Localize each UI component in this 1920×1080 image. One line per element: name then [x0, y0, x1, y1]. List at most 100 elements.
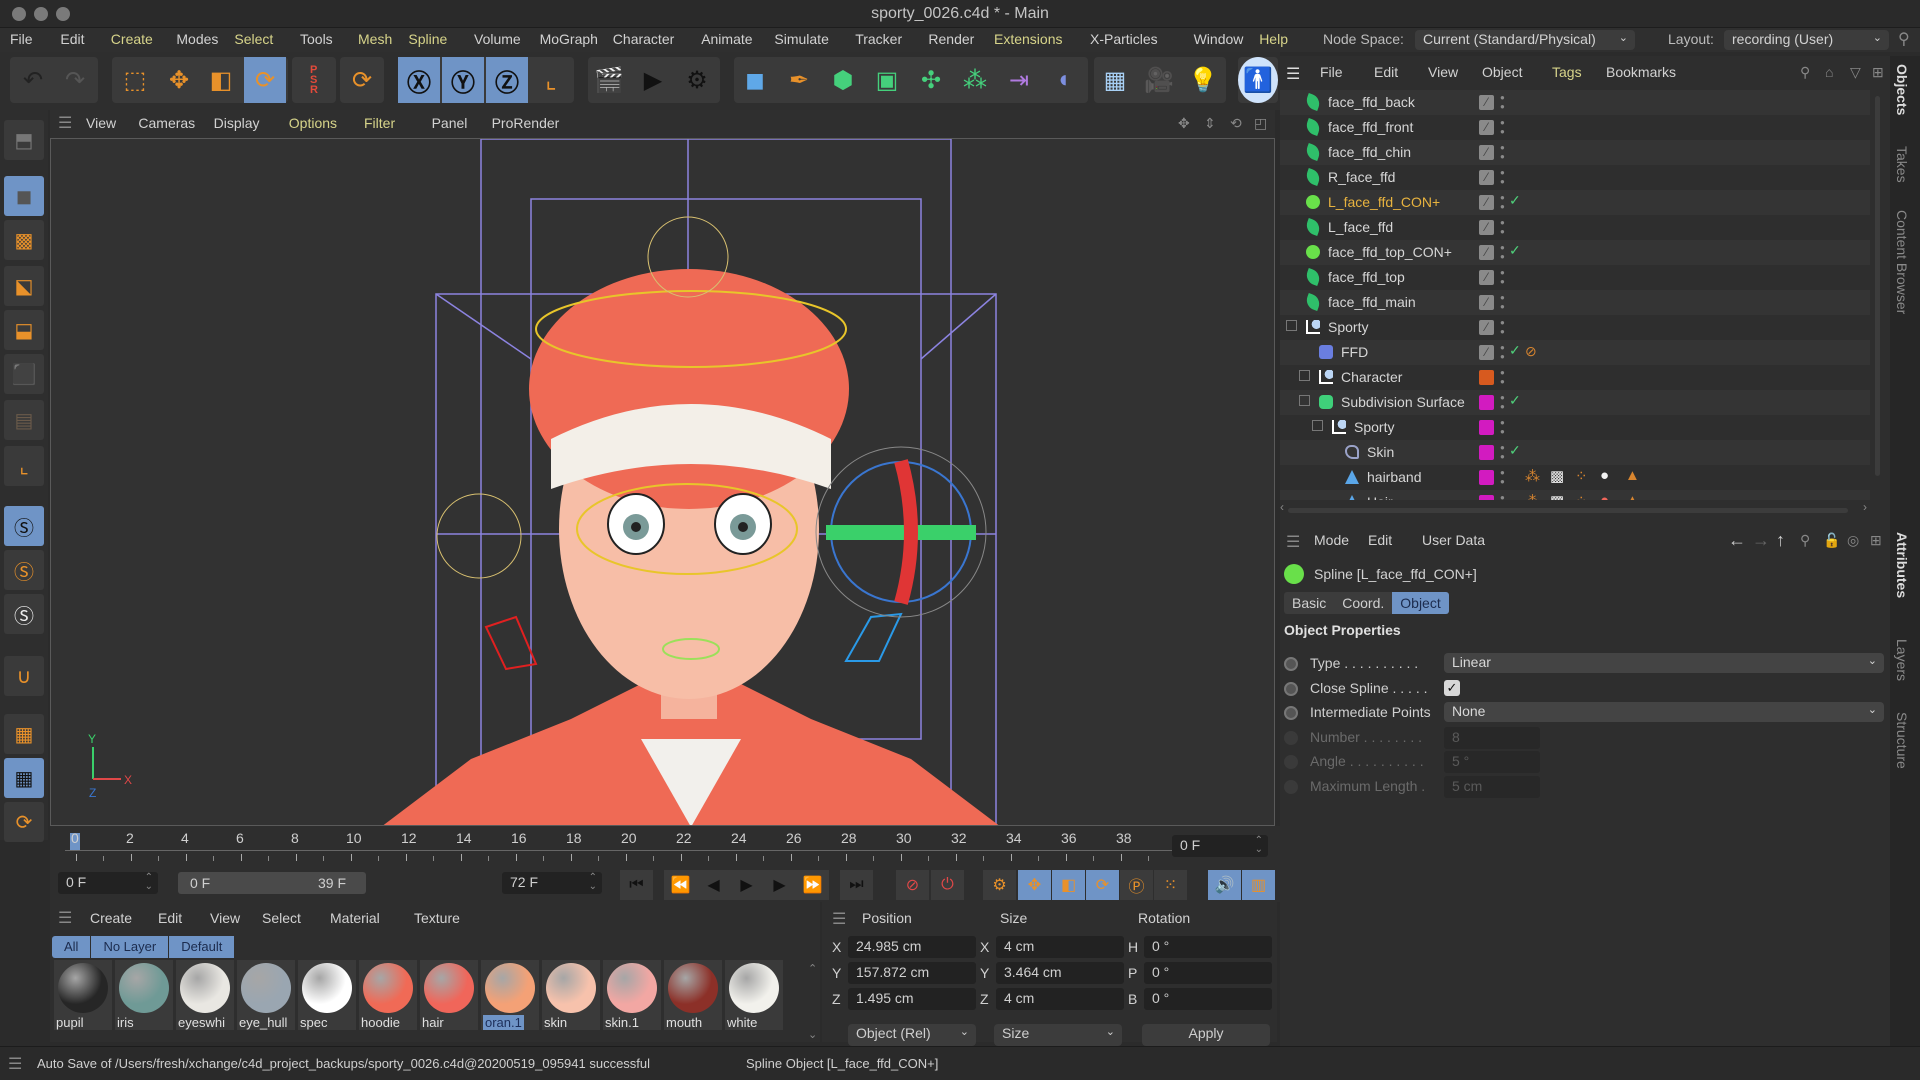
mograph-cloner-icon[interactable]: ✣: [910, 57, 952, 103]
property-row[interactable]: Intermediate Points None ⌄: [1280, 701, 1890, 725]
menu-edit[interactable]: Edit: [60, 31, 84, 47]
character-icon[interactable]: 🚹: [1238, 57, 1278, 103]
visibility-dots[interactable]: ●●: [1500, 143, 1506, 163]
rotation-p-field[interactable]: 0 °: [1144, 962, 1272, 984]
extrude-icon[interactable]: ▣: [866, 57, 908, 103]
material-menu-create[interactable]: Create: [90, 910, 132, 926]
object-row[interactable]: Sporty ● ●: [1280, 415, 1870, 440]
maximize-view-icon[interactable]: ◰: [1254, 115, 1267, 132]
menu-volume[interactable]: Volume: [474, 31, 521, 47]
animate-radio[interactable]: [1284, 706, 1298, 720]
snap-icon[interactable]: Ⓢ: [4, 506, 44, 546]
object-row[interactable]: Subdivision Surface ● ● ✓: [1280, 390, 1870, 415]
next-frame-icon[interactable]: ▶: [763, 870, 796, 900]
camera-icon[interactable]: 🎥: [1138, 57, 1180, 103]
object-row[interactable]: R_face_ffd ⁄ ● ●: [1280, 165, 1870, 190]
collapse-toggle-icon[interactable]: [1312, 420, 1323, 431]
uv-mode-icon[interactable]: ▤: [4, 400, 44, 440]
enabled-check-icon[interactable]: ✓: [1509, 342, 1521, 359]
enabled-check-icon[interactable]: ✓: [1509, 192, 1521, 209]
material-swatch[interactable]: oran.1: [481, 960, 539, 1030]
recent-tools-icon[interactable]: ⟳: [341, 57, 383, 103]
workplane-align-icon[interactable]: ⟳: [4, 802, 44, 842]
viewport-menu-panel[interactable]: Panel: [432, 115, 468, 131]
visibility-dots[interactable]: ●●: [1500, 168, 1506, 188]
move-icon[interactable]: ✥: [158, 57, 200, 103]
timeline-ruler[interactable]: 0 2 4 6 8 10 12 14 16 18 20 22 24 26 28 30 32 34 36 38 0 F ⌃…: [50, 826, 1280, 866]
visibility-dots[interactable]: ●●: [1500, 218, 1506, 238]
texture-tag-icon[interactable]: ▩: [1550, 467, 1564, 485]
apply-button[interactable]: Apply: [1142, 1024, 1270, 1046]
material-ball-icon[interactable]: ●: [1600, 467, 1609, 484]
layer-color-swatch[interactable]: [1479, 420, 1494, 435]
viewport-menu-display[interactable]: Display: [214, 115, 260, 131]
menu-spline[interactable]: Spline: [408, 31, 447, 47]
key-position-icon[interactable]: ✥: [1018, 870, 1051, 900]
viewport-menu-cameras[interactable]: Cameras: [138, 115, 195, 131]
collapse-toggle-icon[interactable]: [1299, 395, 1310, 406]
phong-tag-icon[interactable]: ▲: [1625, 467, 1640, 484]
menu-select[interactable]: Select: [234, 31, 273, 47]
object-menu-tags[interactable]: Tags: [1552, 64, 1582, 80]
material-swatch[interactable]: eye_hull: [237, 960, 295, 1030]
menu-extensions[interactable]: Extensions: [994, 31, 1062, 47]
visibility-dots[interactable]: ●●: [1500, 318, 1506, 338]
tab-object[interactable]: Object: [1392, 592, 1449, 614]
menu-character[interactable]: Character: [613, 31, 674, 47]
texture-tag-icon[interactable]: ▩: [1550, 492, 1564, 500]
tab-coord[interactable]: Coord.: [1334, 592, 1393, 614]
size-z-field[interactable]: 4 cm: [996, 988, 1124, 1010]
horizontal-scrollbar[interactable]: [1288, 508, 1848, 513]
visibility-dots[interactable]: ●●: [1500, 493, 1506, 500]
material-filter-default[interactable]: Default: [169, 936, 236, 958]
object-name[interactable]: Skin: [1367, 444, 1394, 460]
model-mode-icon[interactable]: ◼: [4, 176, 44, 216]
object-name[interactable]: Sporty: [1354, 419, 1394, 435]
size-y-field[interactable]: 3.464 cm: [996, 962, 1124, 984]
lock-icon[interactable]: 🔓: [1823, 532, 1840, 549]
visibility-dots[interactable]: ●●: [1500, 443, 1506, 463]
forward-arrow-icon[interactable]: →: [1752, 530, 1770, 551]
x-axis-lock-icon[interactable]: Ⓧ: [398, 57, 440, 103]
object-menu-edit[interactable]: Edit: [1374, 64, 1398, 80]
viewport-menu-options[interactable]: Options: [289, 115, 337, 131]
side-tab-attributes[interactable]: Attributes: [1894, 532, 1910, 598]
material-swatch[interactable]: mouth: [664, 960, 722, 1030]
material-tag-icon[interactable]: ⁂: [1525, 492, 1540, 500]
viewport-menu-prorender[interactable]: ProRender: [492, 115, 560, 131]
visibility-dots[interactable]: ●●: [1500, 468, 1506, 488]
object-row[interactable]: hairband ● ● ⁂ ▩ ⁘ ● ▲: [1280, 465, 1870, 490]
layer-color-swatch[interactable]: ⁄: [1479, 95, 1494, 110]
target-icon[interactable]: ◎: [1847, 532, 1859, 549]
enabled-check-icon[interactable]: ✓: [1509, 442, 1521, 459]
side-tab-layers[interactable]: Layers: [1894, 639, 1910, 681]
viewport-menu-filter[interactable]: Filter: [364, 115, 395, 131]
polygons-mode-icon[interactable]: ⬛: [4, 354, 44, 394]
visibility-dots[interactable]: ●●: [1500, 343, 1506, 363]
material-menu-view[interactable]: View: [210, 910, 240, 926]
property-row[interactable]: Type . . . . . . . . . . Linear ⌄: [1280, 652, 1890, 676]
size-mode-dropdown[interactable]: Size ⌄: [994, 1024, 1122, 1046]
previous-frame-icon[interactable]: ◀: [697, 870, 730, 900]
end-frame-field[interactable]: 72 F ⌃ ⌄: [502, 872, 602, 894]
lock-workplane-icon[interactable]: ▦: [4, 758, 44, 798]
rotation-b-field[interactable]: 0 °: [1144, 988, 1272, 1010]
material-swatch[interactable]: spec: [298, 960, 356, 1030]
autokeying-icon[interactable]: ⏻: [931, 870, 964, 900]
object-name[interactable]: face_ffd_main: [1328, 294, 1416, 310]
object-row[interactable]: Hair ●● ⁂ ▩ ⁘ ● ▲: [1280, 490, 1870, 500]
back-arrow-icon[interactable]: ←: [1728, 530, 1746, 551]
menu-tools[interactable]: Tools: [300, 31, 333, 47]
keyframe-selection-icon[interactable]: ⚙: [983, 870, 1016, 900]
menu-create[interactable]: Create: [111, 31, 153, 47]
layer-color-swatch[interactable]: ⁄: [1479, 195, 1494, 210]
visibility-dots[interactable]: ●●: [1500, 393, 1506, 413]
layer-color-swatch[interactable]: ⁄: [1479, 145, 1494, 160]
menu-render[interactable]: Render: [928, 31, 974, 47]
edges-mode-icon[interactable]: ⬓: [4, 310, 44, 350]
object-row[interactable]: face_ffd_front ⁄ ● ●: [1280, 115, 1870, 140]
side-tab-takes[interactable]: Takes: [1894, 146, 1910, 183]
material-swatch[interactable]: skin: [542, 960, 600, 1030]
material-filter-no-layer[interactable]: No Layer: [91, 936, 170, 958]
psr-reset-icon[interactable]: PSR: [293, 57, 335, 103]
